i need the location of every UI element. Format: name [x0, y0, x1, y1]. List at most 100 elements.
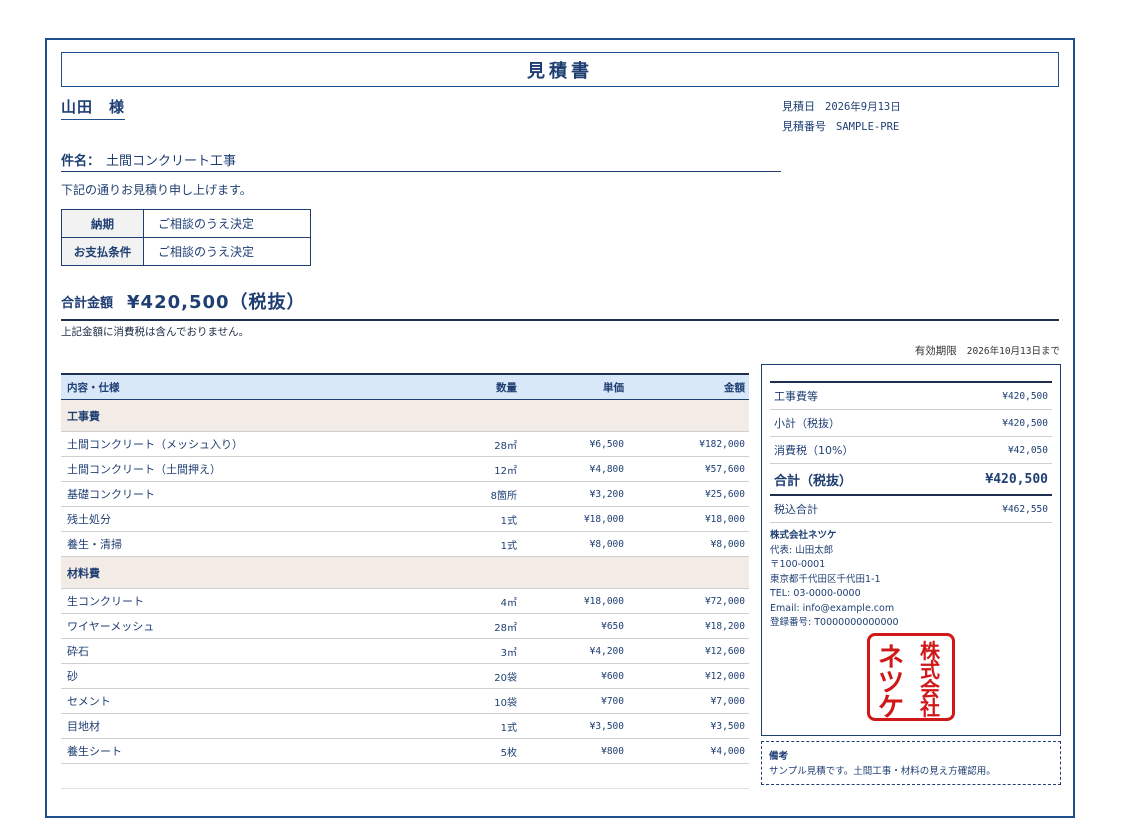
summary-row: 消費税（10%） ¥42,050 [770, 437, 1052, 464]
item-unit-price: ¥4,800 [589, 463, 624, 475]
total-label: 合計金額 [61, 295, 114, 311]
subject-line: 件名： 土間コンクリート工事 [61, 150, 781, 172]
table-row: 砕石 3㎥ ¥4,200 ¥12,600 [61, 639, 749, 664]
item-name: 砕石 [67, 645, 89, 658]
summary-value: ¥420,500 [1002, 390, 1048, 402]
item-qty: 3㎥ [500, 647, 517, 659]
terms-key: お支払条件 [61, 237, 144, 266]
item-unit-price: ¥18,000 [583, 513, 624, 525]
table-row: 土間コンクリート（土間押え） 12㎡ ¥4,800 ¥57,600 [61, 457, 749, 482]
terms-row: お支払条件 ご相談のうえ決定 [61, 237, 311, 266]
subject-label: 件名： [61, 154, 101, 169]
items-header: 内容・仕様 数量 単価 金額 [61, 373, 749, 400]
item-qty: 1式 [500, 722, 517, 734]
item-name: ワイヤーメッシュ [67, 620, 155, 633]
item-amount: ¥25,600 [704, 488, 745, 500]
estimate-no-label: 見積番号 [782, 120, 826, 133]
item-name: セメント [67, 695, 111, 708]
terms-row: 納期 ご相談のうえ決定 [61, 209, 311, 238]
grand-label: 合計（税抜） [774, 473, 853, 489]
item-qty: 1式 [500, 515, 517, 527]
item-qty: 4㎥ [500, 597, 517, 609]
remarks-text: サンプル見積です。土間工事・材料の見え方確認用。 [769, 766, 996, 777]
item-unit-price: ¥600 [601, 670, 624, 682]
svg-text:ケ: ケ [878, 693, 904, 718]
item-amount: ¥12,600 [704, 645, 745, 657]
item-name: 土間コンクリート（土間押え） [67, 463, 221, 476]
summary-value: ¥42,050 [1007, 444, 1048, 456]
remarks-title: 備考 [769, 751, 789, 762]
summary-row: 工事費等 ¥420,500 [770, 383, 1052, 410]
svg-text:社: 社 [919, 696, 940, 718]
item-amount: ¥18,200 [704, 620, 745, 632]
summary-label: 消費税（10%） [774, 444, 854, 457]
header-unit: 単価 [603, 381, 624, 394]
item-unit-price: ¥18,000 [583, 595, 624, 607]
summary-label: 工事費等 [774, 390, 818, 403]
summary-box: 工事費等 ¥420,500 小計（税抜） ¥420,500 消費税（10%） ¥42,… [761, 364, 1061, 736]
subject-text: 土間コンクリート工事 [106, 154, 237, 169]
estimate-meta: 見積日 2026年9月13日 見積番号 SAMPLE-PRE [782, 97, 901, 137]
item-unit-price: ¥3,500 [589, 720, 624, 732]
table-row: 土間コンクリート（メッシュ入り） 28㎡ ¥6,500 ¥182,000 [61, 432, 749, 457]
item-qty: 20袋 [494, 672, 517, 684]
item-qty: 12㎡ [494, 465, 517, 477]
item-name: 生コンクリート [67, 595, 144, 608]
item-unit-price: ¥700 [601, 695, 624, 707]
header-amount: 金額 [724, 381, 745, 394]
table-row: 砂 20袋 ¥600 ¥12,000 [61, 664, 749, 689]
table-row: 養生・清掃 1式 ¥8,000 ¥8,000 [61, 532, 749, 557]
total-amount: ¥420,500（税抜） [127, 292, 306, 313]
table-row: 養生シート 5枚 ¥800 ¥4,000 [61, 739, 749, 764]
item-unit-price: ¥3,200 [589, 488, 624, 500]
summary-grand-row: 合計（税抜） ¥420,500 [770, 464, 1052, 496]
item-qty: 8箇所 [490, 490, 517, 502]
header-name: 内容・仕様 [67, 381, 120, 394]
estimate-date: 2026年9月13日 [825, 101, 901, 113]
items-table: 内容・仕様 数量 単価 金額 工事費 土間コンクリート（メッシュ入り） 28㎡ ¥6,… [61, 373, 749, 789]
terms-value: ご相談のうえ決定 [143, 209, 311, 238]
table-row: 生コンクリート 4㎥ ¥18,000 ¥72,000 [61, 589, 749, 614]
item-unit-price: ¥8,000 [589, 538, 624, 550]
summary-row: 小計（税抜） ¥420,500 [770, 410, 1052, 437]
incl-label: 税込合計 [774, 503, 818, 516]
item-name: 残土処分 [67, 513, 111, 526]
tax-note: 上記金額に消費税は含んでおりません。 [61, 326, 250, 338]
company-reg: 登録番号: T0000000000000 [770, 617, 899, 628]
terms-value: ご相談のうえ決定 [143, 237, 311, 266]
table-row: ワイヤーメッシュ 28㎡ ¥650 ¥18,200 [61, 614, 749, 639]
company-name: 株式会社ネツケ [770, 530, 837, 541]
grand-value: ¥420,500 [985, 471, 1048, 487]
item-name: 養生・清掃 [67, 538, 122, 551]
estimate-no: SAMPLE-PRE [836, 121, 900, 133]
table-row: 残土処分 1式 ¥18,000 ¥18,000 [61, 507, 749, 532]
company-info: 株式会社ネツケ 代表: 山田太郎 〒100-0001 東京都千代田区千代田1-1… [770, 529, 899, 631]
summary-value: ¥420,500 [1002, 417, 1048, 429]
table-row: 基礎コンクリート 8箇所 ¥3,200 ¥25,600 [61, 482, 749, 507]
item-name: 土間コンクリート（メッシュ入り） [67, 438, 243, 451]
remarks-box: 備考 サンプル見積です。土間工事・材料の見え方確認用。 [761, 741, 1061, 785]
document-title: 見積書 [61, 52, 1059, 87]
item-amount: ¥18,000 [704, 513, 745, 525]
item-name: 養生シート [67, 745, 122, 758]
blank-row [61, 764, 749, 789]
category-row: 工事費 [61, 400, 749, 432]
estimate-date-label: 見積日 [782, 100, 815, 113]
item-qty: 28㎡ [494, 440, 517, 452]
item-amount: ¥12,000 [704, 670, 745, 682]
intro-text: 下記の通りお見積り申し上げます。 [61, 183, 252, 197]
table-row: 目地材 1式 ¥3,500 ¥3,500 [61, 714, 749, 739]
company-zip: 〒100-0001 [770, 559, 826, 570]
item-unit-price: ¥4,200 [589, 645, 624, 657]
validity-date: 2026年10月13日まで [966, 346, 1060, 357]
item-name: 目地材 [67, 720, 100, 733]
item-amount: ¥4,000 [710, 745, 745, 757]
item-qty: 28㎡ [494, 622, 517, 634]
summary-table: 工事費等 ¥420,500 小計（税抜） ¥420,500 消費税（10%） ¥42,… [770, 381, 1052, 523]
item-amount: ¥8,000 [710, 538, 745, 550]
item-unit-price: ¥800 [601, 745, 624, 757]
item-name: 砂 [67, 670, 78, 683]
total-amount-line: 合計金額 ¥420,500（税抜） [61, 283, 1059, 321]
terms-key: 納期 [61, 209, 144, 238]
item-amount: ¥57,600 [704, 463, 745, 475]
